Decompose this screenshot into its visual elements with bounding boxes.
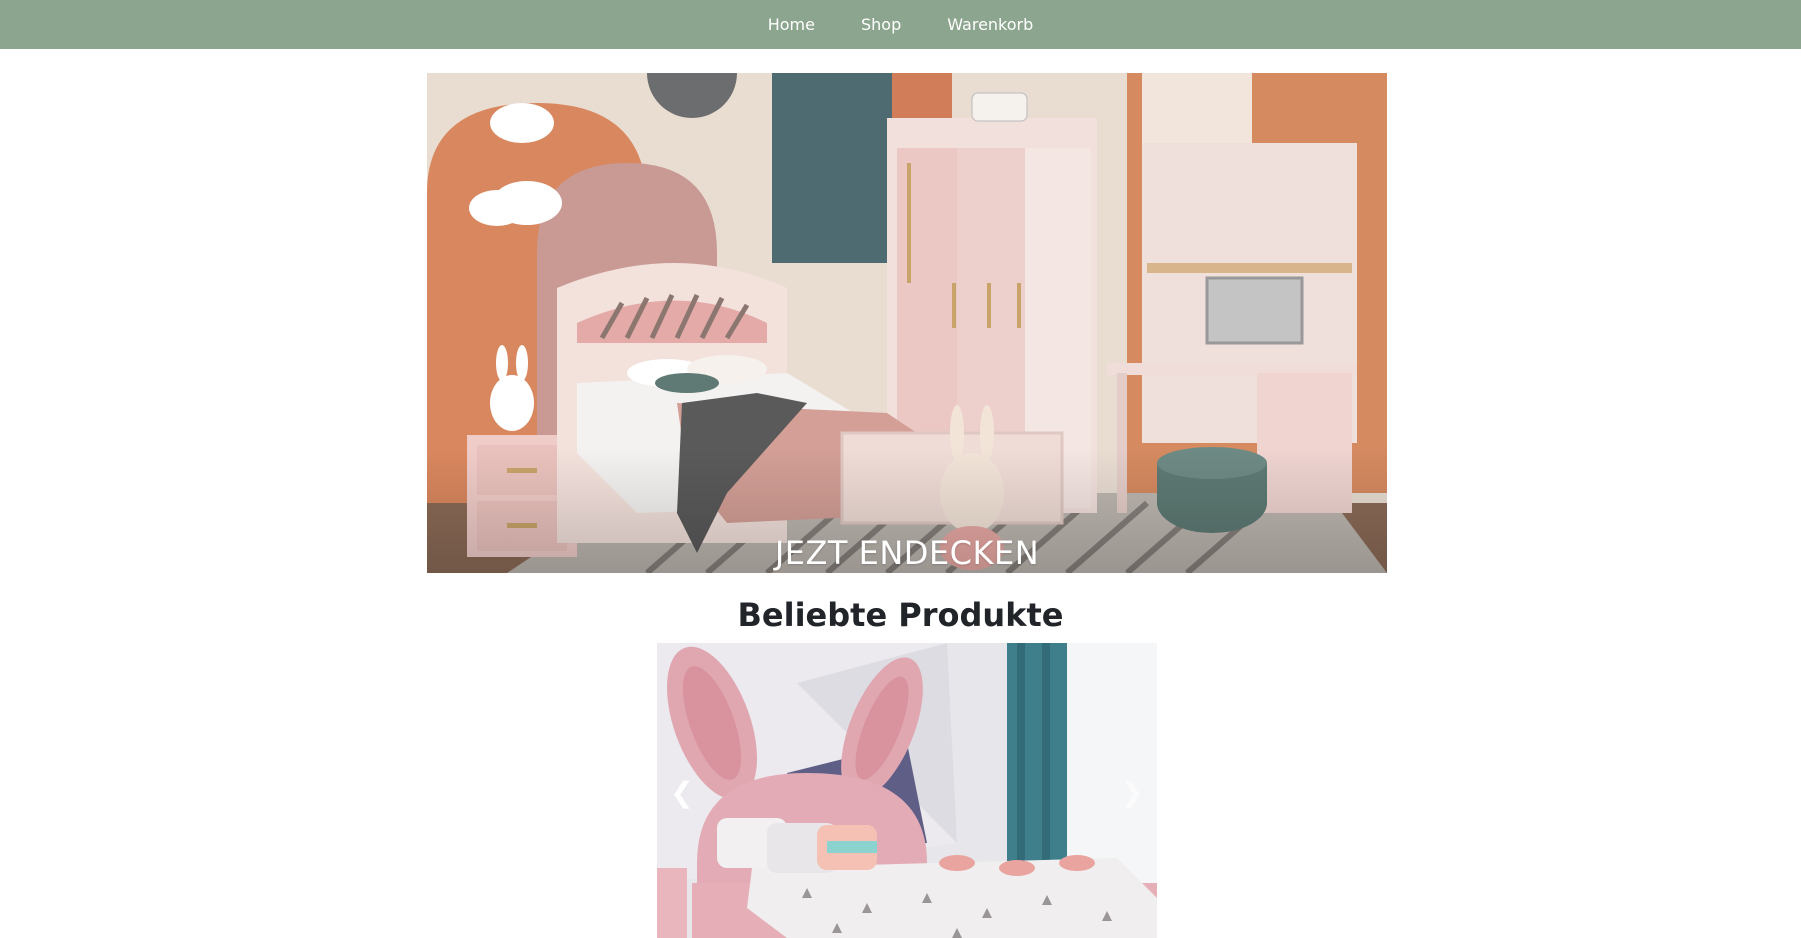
bunny-bed-product-image[interactable] [657,643,1157,938]
nav-shop-link[interactable]: Shop [838,0,924,49]
carousel-next-button[interactable]: ❯ [1117,773,1147,813]
hero-cta-discover[interactable]: JEZT ENDECKEN [427,533,1387,573]
top-navigation: Home Shop Warenkorb [0,0,1801,49]
nav-home-link[interactable]: Home [745,0,838,49]
popular-products-carousel: ❮ ❯ [657,643,1157,938]
popular-products-heading: Beliebte Produkte [737,596,1064,634]
hero-bedroom-image [427,73,1387,573]
nav-cart-link[interactable]: Warenkorb [924,0,1056,49]
hero-banner[interactable]: JEZT ENDECKEN [427,73,1387,573]
carousel-prev-button[interactable]: ❮ [667,773,697,813]
